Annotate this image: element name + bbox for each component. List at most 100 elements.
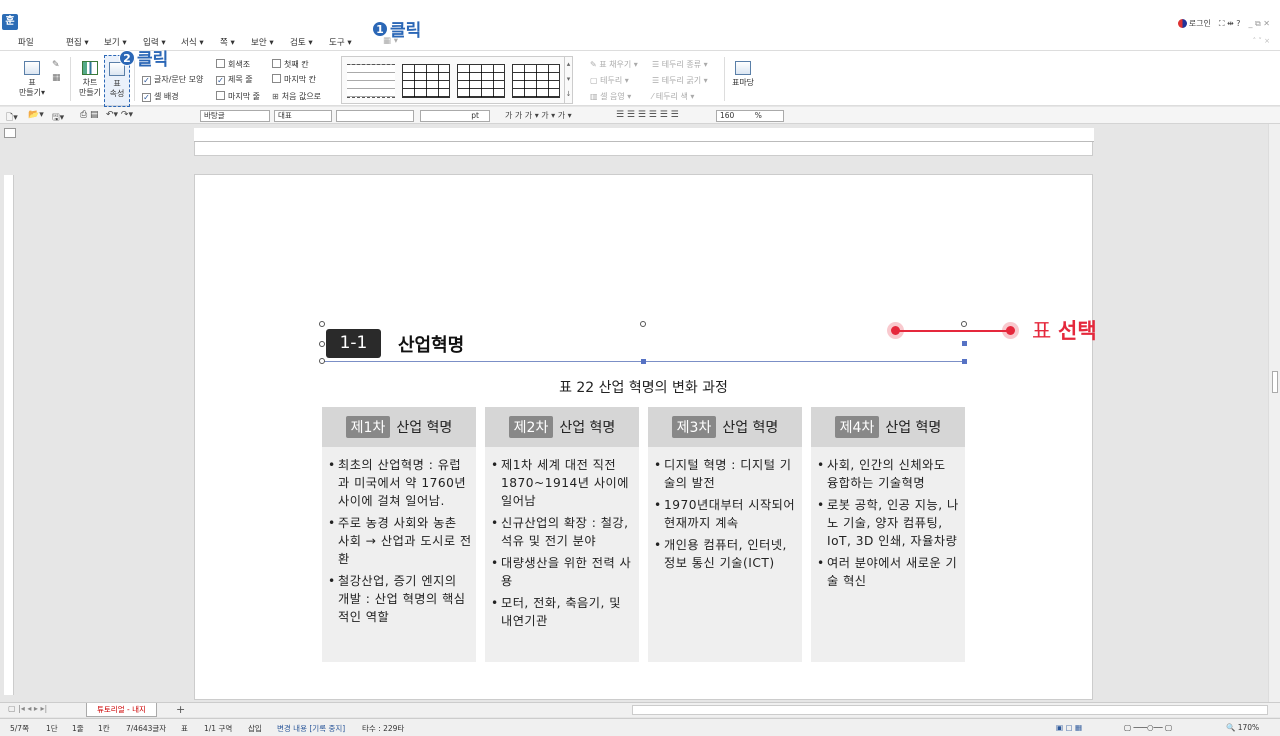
check-cell-bg[interactable]: ✓ 셀 배경 <box>142 91 179 102</box>
step2-number: 2 <box>119 49 135 66</box>
border-width-menu[interactable]: ☰ 테두리 굵기 ▾ <box>652 75 708 86</box>
menu-format[interactable]: 서식 ▾ <box>181 36 204 48</box>
border-color-menu[interactable]: ⁄ 테두리 색 ▾ <box>652 91 694 102</box>
font-kind-select[interactable]: 대표 <box>274 110 332 122</box>
table-style-1[interactable] <box>347 64 395 98</box>
menu-tools[interactable]: 도구 ▾ <box>329 36 352 48</box>
checkbox[interactable] <box>216 59 225 68</box>
status-chars: 7/4643글자 <box>126 724 167 733</box>
list-item: 디지털 혁명 : 디지털 기술의 발전 <box>654 456 798 492</box>
print-icon[interactable]: ⎙ ▤ <box>80 110 99 120</box>
status-page: 5/7쪽 <box>10 724 29 733</box>
zoom-input[interactable]: 160 % <box>716 110 784 122</box>
resize-handle[interactable] <box>319 321 325 327</box>
undo-icon[interactable]: ↶▾ ↷▾ <box>106 110 133 120</box>
table-column-4[interactable]: 제4차 산업 혁명 사회, 인간의 신체와도 융합하는 기술혁명 로봇 공학, 인… <box>811 407 965 662</box>
fill-icon: ✎ <box>590 60 600 69</box>
table-make-button[interactable]: 표 만들기▾ <box>18 61 46 98</box>
login-button[interactable]: 로그인 <box>1177 18 1211 29</box>
resize-handle[interactable] <box>641 359 646 364</box>
horizontal-ruler[interactable] <box>194 128 1094 142</box>
align-icons[interactable]: ☰ ☰ ☰ ☰ ☰ ☰ <box>616 110 679 120</box>
checkbox[interactable]: ✓ <box>142 93 151 102</box>
vertical-ruler[interactable] <box>4 175 14 695</box>
list-item: 철강산업, 증기 엔지의 개발 : 산업 혁명의 핵심적인 역할 <box>328 572 472 626</box>
step2-text: 클릭 <box>137 50 169 70</box>
status-insert[interactable]: 삽입 <box>248 723 262 734</box>
status-track-changes[interactable]: 변경 내용 [기록 중지] <box>277 723 345 734</box>
table-style-3[interactable] <box>457 64 505 98</box>
scroll-thumb[interactable] <box>1272 371 1278 393</box>
table-style-4[interactable] <box>512 64 560 98</box>
select-pointer-line <box>898 330 1010 332</box>
view-mode-icons[interactable]: ▣ ▢ ▦ <box>1056 723 1082 732</box>
table-column-3[interactable]: 제3차 산업 혁명 디지털 혁명 : 디지털 기술의 발전 1970년대부터 시작… <box>648 407 802 662</box>
table-column-1[interactable]: 제1차 산업 혁명 최초의 산업혁명 : 유럽과 미국에서 약 1760년사이에 … <box>322 407 476 662</box>
horizontal-scrollbar[interactable] <box>632 705 1268 715</box>
resize-handle[interactable] <box>962 359 967 364</box>
style-select[interactable]: 바탕글 <box>200 110 270 122</box>
ruler-corner[interactable] <box>4 128 16 138</box>
new-doc-icon[interactable]: 🗋▾ <box>6 110 18 126</box>
table-draw-icon <box>735 61 751 75</box>
table-column-2[interactable]: 제2차 산업 혁명 제1차 세계 대전 직전 1870~1914년 사이에 일어남… <box>485 407 639 662</box>
app-logo-icon[interactable]: 훈 <box>2 14 18 30</box>
border-type-menu[interactable]: ☰ 테두리 종류 ▾ <box>652 59 708 70</box>
tab-nav-icons[interactable]: ▢ |◂ ◂ ▸ ▸| <box>8 704 47 713</box>
char-format-icons[interactable]: 가 가 가 ▾ 가 ▾ 가 ▾ <box>505 110 572 121</box>
table-style-gallery[interactable]: ▴ ▾ ↓ <box>341 56 573 104</box>
checkbox[interactable] <box>272 59 281 68</box>
add-tab-button[interactable]: + <box>176 703 185 716</box>
resize-handle[interactable] <box>319 341 325 347</box>
table-draw-button[interactable]: 표마당 <box>730 61 756 88</box>
font-size-input[interactable]: pt <box>420 110 490 122</box>
check-char-para[interactable]: ✓ 글자/문단 모양 <box>142 74 203 85</box>
open-icon[interactable]: 📂▾ <box>28 110 44 120</box>
border-menu[interactable]: ▢ 테두리 ▾ <box>590 75 629 86</box>
table-edit-icons[interactable]: ✎ ▦ <box>52 59 62 87</box>
gallery-scroll[interactable]: ▴ ▾ ↓ <box>564 57 572 103</box>
save-icon[interactable]: 🖫▾ <box>52 110 64 126</box>
collapse-controls[interactable]: ˄ ˅ × <box>1253 37 1270 45</box>
check-title-row[interactable]: ✓ 제목 줄 <box>216 74 253 85</box>
chart-make-button[interactable]: 차트 만들기 <box>76 61 104 98</box>
checkbox[interactable] <box>272 74 281 83</box>
step1-text: 클릭 <box>390 21 422 41</box>
checkbox[interactable] <box>216 91 225 100</box>
fill-table-menu[interactable]: ✎ 표 채우기 ▾ <box>590 59 638 70</box>
menu-security[interactable]: 보안 ▾ <box>251 36 274 48</box>
chart-icon <box>82 61 98 75</box>
zoom-slider[interactable]: ▢ ───○── ▢ <box>1124 723 1172 732</box>
menu-file[interactable]: 파일 <box>18 36 34 48</box>
list-item: 제1차 세계 대전 직전 1870~1914년 사이에 일어남 <box>491 456 635 510</box>
resize-handle[interactable] <box>961 321 967 327</box>
column-title: 산업 혁명 <box>559 420 616 436</box>
resize-handle[interactable] <box>962 341 967 346</box>
table-style-2[interactable] <box>402 64 450 98</box>
window-buttons[interactable]: _ ⧉ ✕ <box>1248 19 1270 29</box>
font-select[interactable] <box>336 110 414 122</box>
cell-shade-menu[interactable]: ▥ 셀 음영 ▾ <box>590 91 631 102</box>
list-item: 최초의 산업혁명 : 유럽과 미국에서 약 1760년사이에 걸쳐 일어남. <box>328 456 472 510</box>
toolbar-icons[interactable]: ⛶ ⇹ ? <box>1219 19 1241 29</box>
column-badge: 제4차 <box>834 416 880 438</box>
list-item: 1970년대부터 시작되어 현재까지 계속 <box>654 496 798 532</box>
resize-handle[interactable] <box>640 321 646 327</box>
check-last-col[interactable]: 마지막 칸 <box>272 74 316 85</box>
zoom-level[interactable]: 🔍 170% <box>1226 723 1259 732</box>
vertical-scrollbar[interactable] <box>1268 124 1280 702</box>
menu-page[interactable]: 쪽 ▾ <box>220 36 235 48</box>
column-badge: 제3차 <box>671 416 717 438</box>
checkbox[interactable]: ✓ <box>142 76 151 85</box>
reset-style-button[interactable]: ⊞ 처음 값으로 <box>272 91 321 102</box>
menu-edit[interactable]: 편집 ▾ <box>66 36 89 48</box>
tab-tutorial[interactable]: 튜토리얼 - 내지 <box>86 703 157 717</box>
menu-review[interactable]: 검토 ▾ <box>290 36 313 48</box>
border-width-icon: ☰ <box>652 76 662 85</box>
column-list: 제1차 세계 대전 직전 1870~1914년 사이에 일어남 신규산업의 확장… <box>485 447 639 630</box>
check-first-col[interactable]: 첫째 칸 <box>272 59 309 70</box>
check-grayscale[interactable]: 회색조 <box>216 59 250 70</box>
resize-handle[interactable] <box>319 358 325 364</box>
check-last-row[interactable]: 마지막 줄 <box>216 91 260 102</box>
checkbox[interactable]: ✓ <box>216 76 225 85</box>
